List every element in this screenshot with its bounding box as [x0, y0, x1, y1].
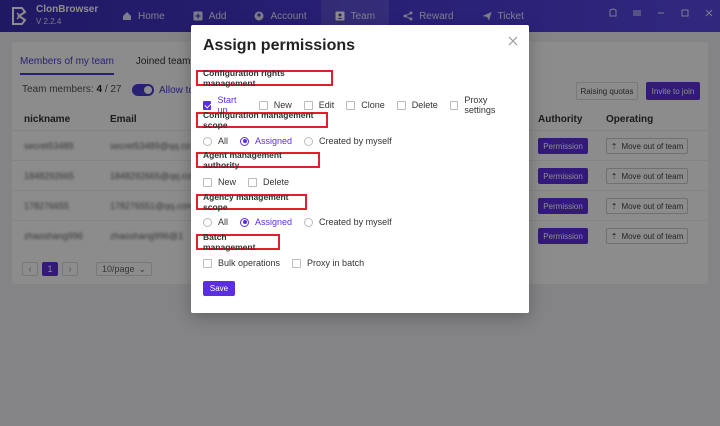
option-label: Delete	[411, 100, 438, 110]
section-agency-scope: Agency management scope	[196, 192, 307, 212]
option-new[interactable]: New	[258, 100, 292, 110]
radio[interactable]	[304, 136, 314, 146]
section-config-rights: Configuration rights management	[196, 68, 333, 88]
section-batch: Batch management	[196, 232, 280, 252]
batch-options: Bulk operations Proxy in batch	[203, 258, 376, 268]
radio[interactable]	[240, 136, 250, 146]
option-label: All	[218, 136, 229, 146]
option-label: Proxy settings	[464, 95, 496, 115]
option-created-by-myself[interactable]: Created by myself	[304, 136, 392, 146]
option-label: New	[273, 100, 292, 110]
close-icon[interactable]	[507, 35, 519, 47]
option-label: Clone	[361, 100, 385, 110]
checkbox[interactable]	[303, 100, 313, 110]
save-button[interactable]: Save	[203, 281, 235, 296]
checkbox[interactable]	[203, 177, 212, 187]
option-bulk-operations[interactable]: Bulk operations	[203, 258, 280, 268]
dialog-title: Assign permissions	[203, 37, 356, 54]
option-label: Created by myself	[319, 136, 392, 146]
checkbox[interactable]	[346, 100, 356, 110]
checkbox[interactable]	[449, 100, 459, 110]
option-label: Delete	[263, 177, 290, 187]
option-all[interactable]: All	[203, 136, 228, 146]
agent-authority-options: New Delete	[203, 177, 301, 187]
checkbox[interactable]	[258, 100, 268, 110]
option-delete[interactable]: Delete	[248, 177, 289, 187]
option-assigned[interactable]: Assigned	[240, 217, 292, 227]
option-created-by-myself[interactable]: Created by myself	[304, 217, 392, 227]
option-label: Bulk operations	[218, 258, 281, 268]
option-edit[interactable]: Edit	[303, 100, 335, 110]
option-label: All	[218, 217, 229, 227]
option-proxy-in-batch[interactable]: Proxy in batch	[292, 258, 364, 268]
option-assigned[interactable]: Assigned	[240, 136, 292, 146]
checkbox[interactable]	[248, 177, 258, 187]
option-new[interactable]: New	[203, 177, 236, 187]
option-label: New	[218, 177, 237, 187]
option-label: Edit	[318, 100, 335, 110]
radio[interactable]	[304, 217, 314, 227]
checkbox[interactable]	[203, 100, 212, 110]
option-all[interactable]: All	[203, 217, 228, 227]
agency-scope-options: All Assigned Created by myself	[203, 217, 404, 227]
option-label: Assigned	[255, 217, 293, 227]
option-proxy-settings[interactable]: Proxy settings	[449, 95, 517, 115]
option-delete[interactable]: Delete	[396, 100, 438, 110]
section-config-scope: Configuration management scope	[196, 110, 328, 130]
option-label: Created by myself	[319, 217, 392, 227]
radio[interactable]	[240, 217, 250, 227]
assign-permissions-dialog: Assign permissions Configuration rights …	[191, 25, 529, 313]
checkbox[interactable]	[203, 258, 212, 268]
section-agent-authority: Agent management authority	[196, 150, 320, 170]
option-label: Proxy in batch	[307, 258, 365, 268]
checkbox[interactable]	[292, 258, 302, 268]
checkbox[interactable]	[396, 100, 406, 110]
config-scope-options: All Assigned Created by myself	[203, 136, 404, 146]
radio[interactable]	[203, 136, 212, 146]
option-clone[interactable]: Clone	[346, 100, 385, 110]
radio[interactable]	[203, 217, 212, 227]
option-label: Assigned	[255, 136, 293, 146]
